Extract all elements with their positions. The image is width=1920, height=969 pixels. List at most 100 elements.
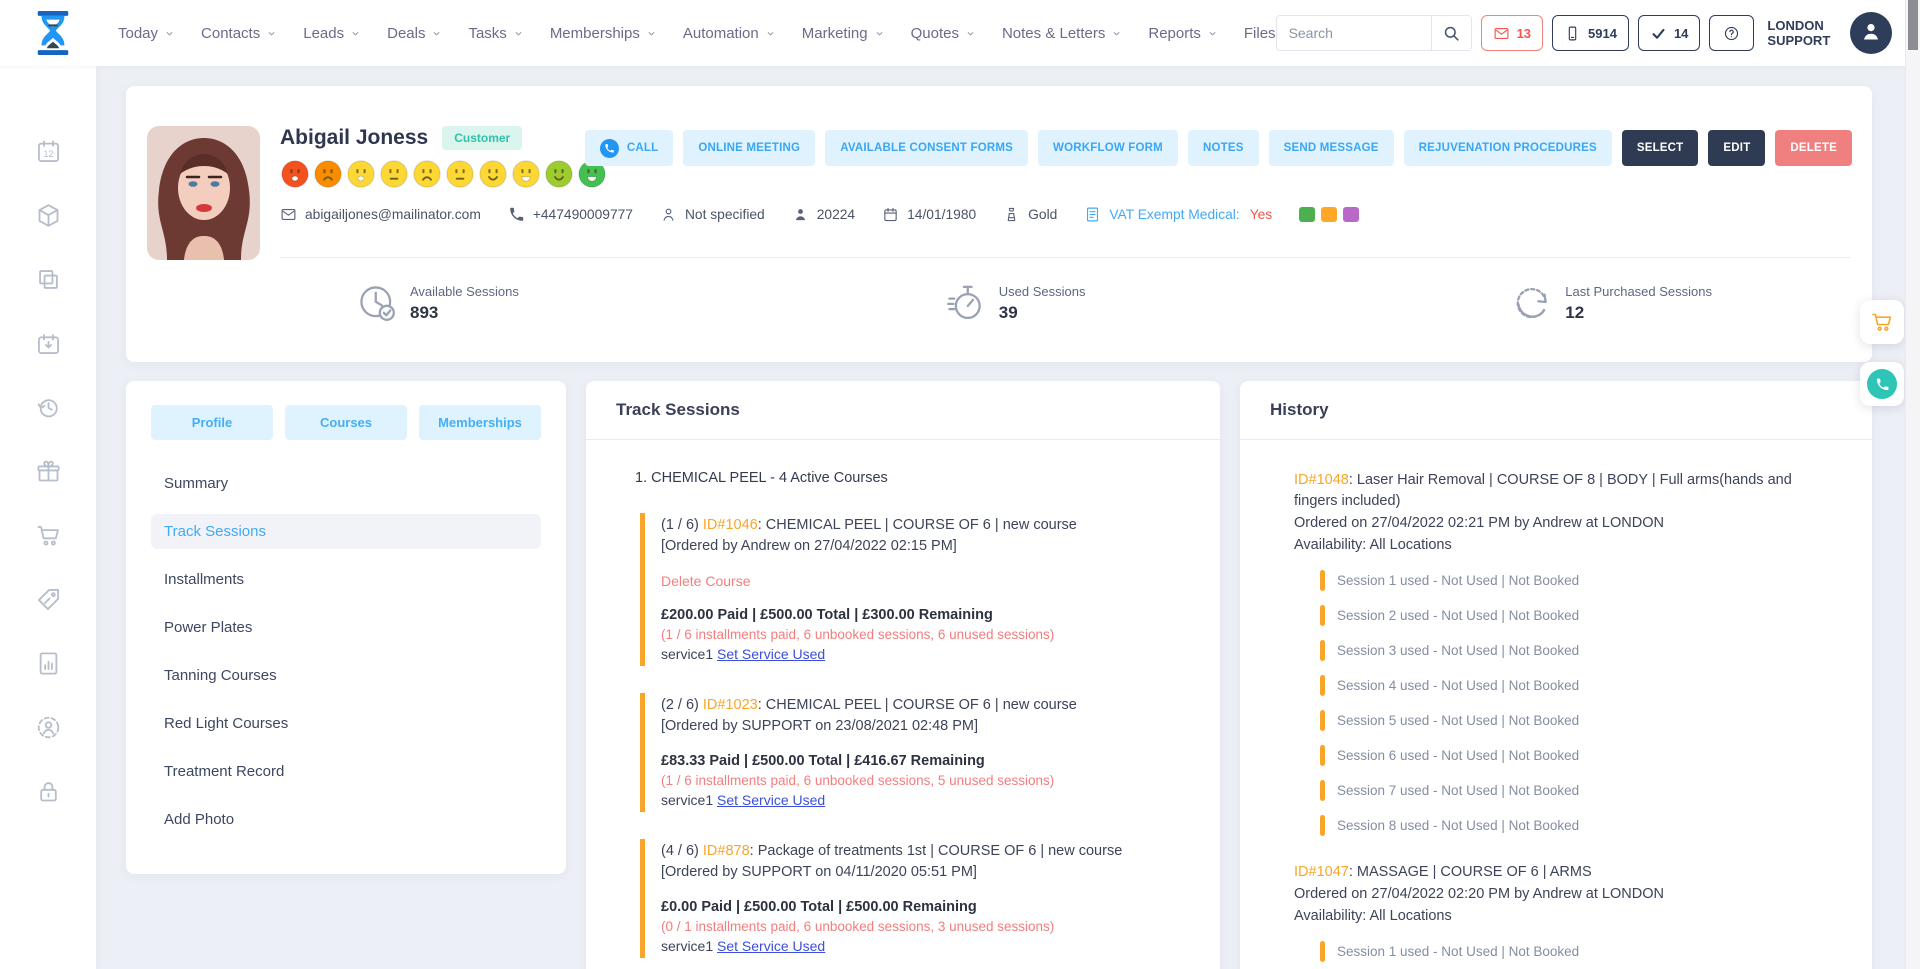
- calendar-import-icon[interactable]: [35, 330, 62, 357]
- messages-badge[interactable]: 13: [1481, 15, 1543, 51]
- mood-face-icon-9[interactable]: [544, 159, 574, 189]
- history-icon[interactable]: [35, 394, 62, 421]
- select-button[interactable]: SELECT: [1622, 130, 1699, 166]
- color-tags: [1299, 207, 1359, 222]
- mood-face-icon-8[interactable]: [511, 159, 541, 189]
- stat-label: Used Sessions: [999, 282, 1086, 299]
- nav-item-tasks[interactable]: Tasks: [468, 25, 523, 42]
- tab-courses[interactable]: Courses: [285, 405, 407, 440]
- delete-button[interactable]: DELETE: [1775, 130, 1852, 166]
- send-message-button[interactable]: SEND MESSAGE: [1269, 130, 1394, 166]
- calls-badge[interactable]: 5914: [1552, 15, 1629, 51]
- set-service-used-link[interactable]: Set Service Used: [717, 792, 825, 808]
- course-id: ID#1023: [703, 697, 758, 713]
- mood-face-icon-4[interactable]: [379, 159, 409, 189]
- nav-item-automation[interactable]: Automation: [683, 25, 776, 42]
- online-meeting-button[interactable]: ONLINE MEETING: [683, 130, 815, 166]
- customer-status-badge: Customer: [442, 126, 522, 150]
- nav-item-quotes[interactable]: Quotes: [911, 25, 976, 42]
- nav-item-reports[interactable]: Reports: [1148, 25, 1218, 42]
- rejuvenation-procedures-button[interactable]: REJUVENATION PROCEDURES: [1404, 130, 1612, 166]
- calendar-12-icon[interactable]: 12: [35, 138, 62, 165]
- chevron-down-icon: [1207, 28, 1218, 39]
- mood-face-icon-2[interactable]: [313, 159, 343, 189]
- workflow-form-button[interactable]: WORKFLOW FORM: [1038, 130, 1178, 166]
- menu-item-track-sessions[interactable]: Track Sessions: [151, 514, 541, 549]
- nav-item-label: Today: [118, 25, 158, 42]
- cube-icon[interactable]: [35, 202, 62, 229]
- mood-face-icon-1[interactable]: [280, 159, 310, 189]
- mobile-icon: [1564, 25, 1581, 42]
- menu-item-power-plates[interactable]: Power Plates: [151, 610, 541, 645]
- call-button[interactable]: CALL: [585, 130, 673, 166]
- tab-memberships[interactable]: Memberships: [419, 405, 541, 440]
- course-payment: £200.00 Paid | £500.00 Total | £300.00 R…: [661, 607, 1190, 623]
- mood-face-icon-5[interactable]: [412, 159, 442, 189]
- copy-icon[interactable]: [35, 266, 62, 293]
- search-button[interactable]: [1431, 16, 1471, 50]
- search-input[interactable]: [1277, 25, 1431, 41]
- question-icon: [1723, 25, 1740, 42]
- contact-text: Not specified: [685, 207, 765, 222]
- floating-phone-button[interactable]: [1860, 362, 1904, 406]
- help-button[interactable]: [1709, 15, 1754, 51]
- menu-item-treatment-record[interactable]: Treatment Record: [151, 754, 541, 789]
- nav-item-files[interactable]: Files: [1244, 25, 1276, 42]
- stat-value: 893: [410, 303, 519, 323]
- search-box: [1276, 15, 1472, 51]
- menu-item-red-light-courses[interactable]: Red Light Courses: [151, 706, 541, 741]
- calendar-icon: [882, 206, 899, 223]
- cart-icon[interactable]: [35, 522, 62, 549]
- menu-item-summary[interactable]: Summary: [151, 466, 541, 501]
- set-service-used-link[interactable]: Set Service Used: [717, 646, 825, 662]
- notes-button[interactable]: NOTES: [1188, 130, 1259, 166]
- scrollbar-thumb[interactable]: [1908, 0, 1918, 50]
- mail-icon: [280, 206, 297, 223]
- left-icon-sidebar: 12: [0, 66, 96, 969]
- edit-button[interactable]: EDIT: [1708, 130, 1765, 166]
- gift-icon[interactable]: [35, 458, 62, 485]
- nav-item-marketing[interactable]: Marketing: [802, 25, 885, 42]
- floating-cart-button[interactable]: [1860, 300, 1904, 344]
- session-bar: [1320, 745, 1325, 766]
- user-sync-icon[interactable]: [35, 714, 62, 741]
- report-icon[interactable]: [35, 650, 62, 677]
- course-id: ID#1046: [703, 517, 758, 533]
- delete-course-link[interactable]: Delete Course: [661, 573, 751, 589]
- nav-item-leads[interactable]: Leads: [303, 25, 361, 42]
- contact-text: VAT Exempt Medical:: [1109, 207, 1239, 222]
- history-entry-availability: Availability: All Locations: [1294, 534, 1844, 556]
- available-consent-forms-button[interactable]: AVAILABLE CONSENT FORMS: [825, 130, 1028, 166]
- stat-last-purchased-sessions: Last Purchased Sessions 12: [1511, 282, 1712, 324]
- menu-item-installments[interactable]: Installments: [151, 562, 541, 597]
- user-avatar[interactable]: [1850, 12, 1892, 54]
- course-entry-id878: (4 / 6) ID#878: Package of treatments 1s…: [640, 839, 1190, 958]
- lock-icon[interactable]: [35, 778, 62, 805]
- nav-item-label: Contacts: [201, 25, 260, 42]
- app-logo-hourglass-icon[interactable]: [32, 8, 74, 58]
- mood-face-icon-3[interactable]: [346, 159, 376, 189]
- refresh-icon: [1511, 282, 1553, 324]
- cart-icon: [1870, 310, 1894, 334]
- mood-face-icon-6[interactable]: [445, 159, 475, 189]
- nav-item-notes-letters[interactable]: Notes & Letters: [1002, 25, 1122, 42]
- set-service-used-link[interactable]: Set Service Used: [717, 938, 825, 954]
- button-label: ONLINE MEETING: [698, 142, 800, 154]
- menu-item-tanning-courses[interactable]: Tanning Courses: [151, 658, 541, 693]
- nav-item-today[interactable]: Today: [118, 25, 175, 42]
- contact-item: +447490009777: [508, 206, 633, 223]
- nav-item-deals[interactable]: Deals: [387, 25, 442, 42]
- nav-item-memberships[interactable]: Memberships: [550, 25, 657, 42]
- menu-item-add-photo[interactable]: Add Photo: [151, 802, 541, 837]
- nav-item-contacts[interactable]: Contacts: [201, 25, 277, 42]
- session-stats-row: Available Sessions 893 Used Sessions 39 …: [356, 282, 1712, 324]
- top-navbar: Today Contacts Leads Deals Tasks Memberships A…: [0, 0, 1906, 66]
- session-row: Session 8 used - Not Used | Not Booked: [1320, 815, 1844, 836]
- tab-profile[interactable]: Profile: [151, 405, 273, 440]
- price-tag-icon[interactable]: [35, 586, 62, 613]
- session-text: Session 7 used - Not Used | Not Booked: [1337, 783, 1579, 798]
- chevron-down-icon: [646, 28, 657, 39]
- tasks-badge[interactable]: 14: [1638, 15, 1700, 51]
- mood-face-icon-7[interactable]: [478, 159, 508, 189]
- customer-profile-card: Abigail Joness Customer abigailjones@mai…: [126, 86, 1872, 362]
